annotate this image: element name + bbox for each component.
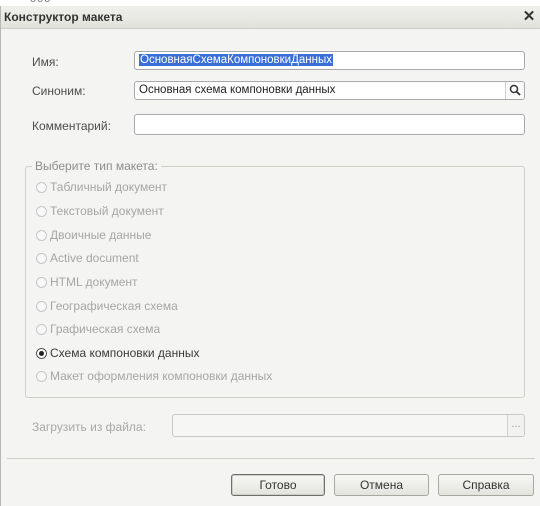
synonym-field-value: Основная схема компоновки данных — [139, 84, 336, 96]
radio-html-document[interactable]: HTML документ — [36, 273, 138, 291]
close-icon[interactable]: ✕ — [521, 8, 537, 26]
name-field[interactable]: ОсновнаяСхемаКомпоновкиДанных — [134, 51, 525, 70]
ok-button[interactable]: Готово — [231, 474, 325, 496]
radio-binary-data[interactable]: Двоичные данные — [36, 226, 151, 244]
search-icon[interactable] — [505, 82, 524, 99]
comment-field[interactable] — [134, 114, 525, 135]
radio-spreadsheet-document[interactable]: Табличный документ — [36, 178, 167, 196]
radio-data-composition-appearance[interactable]: Макет оформления компоновки данных — [36, 367, 272, 385]
radio-label: Графическая схема — [50, 322, 161, 336]
radio-button[interactable] — [36, 181, 47, 193]
radio-label: Табличный документ — [50, 180, 168, 194]
cancel-button[interactable]: Отмена — [334, 474, 429, 496]
radio-label: Схема компоновки данных — [50, 346, 200, 360]
radio-button[interactable] — [36, 229, 47, 241]
template-constructor-dialog: Конструктор макета ✕ Имя: ОсновнаяСхемаК… — [0, 6, 540, 506]
radio-button[interactable] — [36, 205, 47, 217]
radio-label: Макет оформления компоновки данных — [50, 369, 273, 383]
dialog-title: Конструктор макета — [4, 10, 123, 24]
radio-button[interactable] — [36, 323, 47, 335]
name-field-value: ОсновнаяСхемаКомпоновкиДанных — [139, 54, 333, 66]
synonym-field[interactable]: Основная схема компоновки данных — [134, 81, 525, 100]
template-type-legend: Выберите тип макета: — [32, 159, 161, 173]
name-label: Имя: — [32, 55, 59, 69]
radio-button[interactable] — [36, 276, 47, 288]
radio-label: Двоичные данные — [50, 228, 152, 242]
radio-data-composition-schema[interactable]: Схема компоновки данных — [36, 344, 199, 362]
separator — [7, 458, 535, 459]
radio-label: Active document — [50, 251, 139, 265]
help-button[interactable]: Справка — [438, 474, 534, 496]
comment-label: Комментарий: — [32, 119, 111, 133]
ellipsis-icon[interactable]: ... — [507, 415, 524, 436]
radio-button-selected[interactable] — [36, 347, 47, 359]
radio-button[interactable] — [36, 370, 47, 382]
radio-label: Географическая схема — [50, 299, 178, 313]
radio-active-document[interactable]: Active document — [36, 249, 139, 267]
title-bar: Конструктор макета ✕ — [1, 6, 540, 29]
radio-label: Текстовый документ — [50, 204, 164, 218]
radio-button[interactable] — [36, 300, 47, 312]
synonym-label: Синоним: — [32, 84, 86, 98]
radio-geographic-schema[interactable]: Географическая схема — [36, 297, 178, 315]
load-from-file-label: Загрузить из файла: — [32, 420, 146, 434]
radio-text-document[interactable]: Текстовый документ — [36, 202, 164, 220]
template-type-group: Выберите тип макета: Табличный документ … — [25, 159, 525, 398]
radio-label: HTML документ — [50, 275, 138, 289]
load-from-file-field[interactable]: ... — [172, 414, 525, 437]
radio-button[interactable] — [36, 252, 47, 264]
radio-graphical-schema[interactable]: Графическая схема — [36, 320, 160, 338]
